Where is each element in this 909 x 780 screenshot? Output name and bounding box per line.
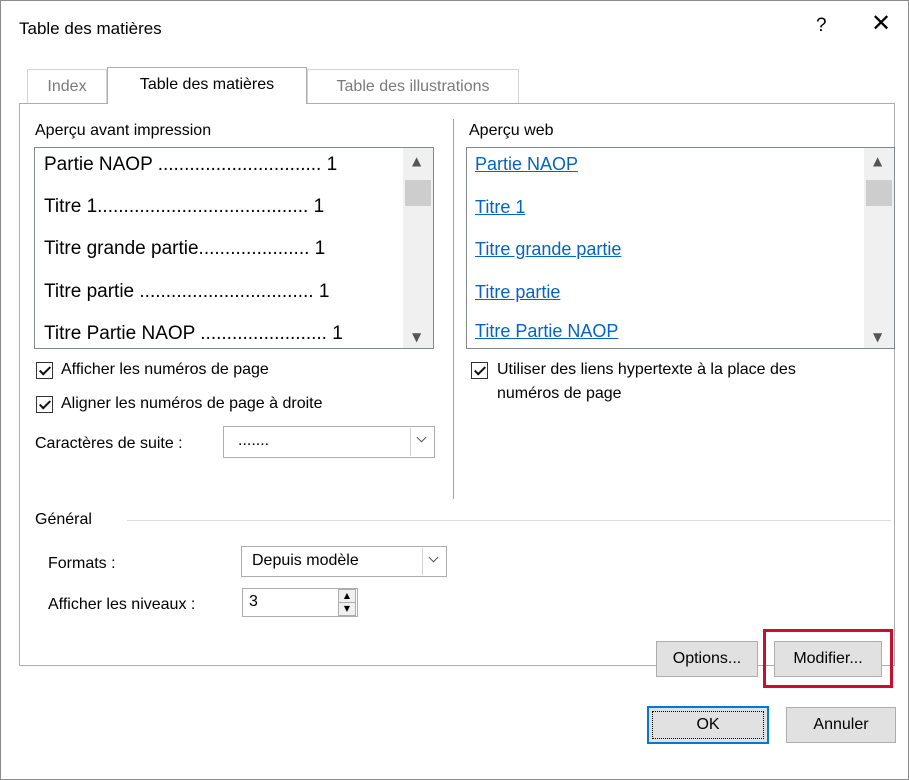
print-preview-box[interactable]: Partie NAOP ............................… — [34, 147, 434, 349]
list-item: Titre Partie NAOP ......................… — [44, 323, 343, 344]
web-link[interactable]: Titre 1 — [475, 197, 525, 218]
spin-down-icon[interactable]: ▼ — [338, 602, 356, 616]
show-page-numbers-checkbox[interactable] — [36, 362, 53, 379]
formats-label: Formats : — [48, 555, 116, 572]
scroll-down-icon[interactable]: ▼ — [873, 330, 882, 344]
tab-leader-value: ....... — [238, 432, 270, 449]
print-preview-label: Aperçu avant impression — [35, 122, 212, 139]
list-item: Partie NAOP ............................… — [44, 154, 338, 175]
formats-select[interactable]: Depuis modèle — [241, 546, 447, 577]
tab-table-des-matieres[interactable]: Table des matières — [107, 67, 307, 104]
levels-value: 3 — [249, 593, 258, 610]
scrollbar[interactable]: ▲ ▼ — [864, 148, 894, 348]
levels-stepper[interactable]: 3 ▲ ▼ — [242, 588, 358, 617]
options-button[interactable]: Options... — [656, 641, 758, 677]
general-label: Général — [35, 511, 92, 528]
use-hyperlinks-label-line1: Utiliser des liens hypertexte à la place… — [497, 361, 796, 378]
levels-label: Afficher les niveaux : — [48, 596, 196, 613]
scroll-thumb[interactable] — [866, 180, 892, 206]
cancel-button[interactable]: Annuler — [786, 707, 896, 743]
web-link[interactable]: Partie NAOP — [475, 154, 578, 175]
align-page-numbers-checkbox[interactable] — [36, 396, 53, 413]
tab-table-des-illustrations[interactable]: Table des illustrations — [307, 69, 519, 103]
tab-index[interactable]: Index — [27, 69, 107, 103]
web-link[interactable]: Titre grande partie — [475, 239, 621, 260]
scroll-thumb[interactable] — [405, 180, 431, 206]
toc-dialog: Table des matières ? ✕ Index Table des m… — [0, 0, 909, 780]
list-item: Titre grande partie.....................… — [44, 238, 326, 259]
align-page-numbers-label: Aligner les numéros de page à droite — [61, 395, 323, 412]
general-divider — [127, 520, 891, 521]
chevron-down-icon[interactable] — [422, 548, 445, 575]
formats-value: Depuis modèle — [252, 552, 359, 569]
column-divider — [453, 119, 454, 499]
scroll-down-icon[interactable]: ▼ — [412, 330, 421, 344]
use-hyperlinks-label-line2: numéros de page — [497, 385, 622, 402]
scroll-up-icon[interactable]: ▲ — [412, 154, 421, 168]
use-hyperlinks-checkbox[interactable] — [471, 362, 488, 379]
web-preview-box[interactable]: Partie NAOP Titre 1 Titre grande partie … — [466, 147, 895, 349]
list-item: Titre partie ...........................… — [44, 281, 330, 302]
web-preview-label: Aperçu web — [469, 122, 554, 139]
spin-up-icon[interactable]: ▲ — [338, 589, 356, 603]
ok-button[interactable]: OK — [647, 706, 769, 744]
help-button[interactable]: ? — [816, 15, 827, 37]
list-item: Titre 1.................................… — [44, 196, 325, 217]
tab-leader-select[interactable]: ....... — [223, 426, 435, 458]
chevron-down-icon[interactable] — [410, 428, 433, 456]
web-link[interactable]: Titre partie — [475, 282, 560, 303]
scrollbar[interactable]: ▲ ▼ — [403, 148, 433, 348]
focus-rect — [652, 711, 764, 739]
scroll-up-icon[interactable]: ▲ — [873, 154, 882, 168]
dialog-title: Table des matières — [19, 19, 162, 38]
close-icon[interactable]: ✕ — [871, 11, 891, 35]
modify-button[interactable]: Modifier... — [774, 641, 882, 677]
show-page-numbers-label: Afficher les numéros de page — [61, 361, 269, 378]
web-link[interactable]: Titre Partie NAOP — [475, 321, 618, 342]
tab-leader-label: Caractères de suite : — [35, 435, 183, 452]
